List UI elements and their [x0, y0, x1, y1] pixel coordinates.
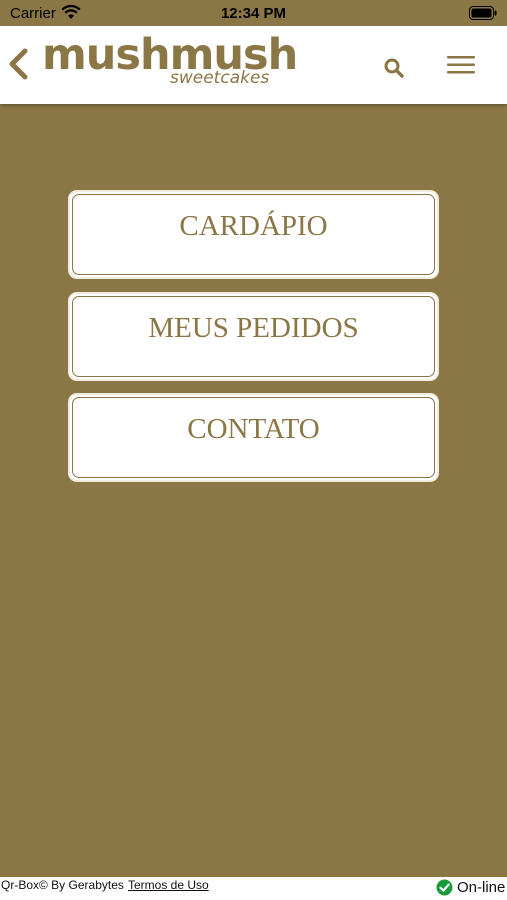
status-time: 12:34 PM	[220, 5, 287, 22]
connection-status: On-line	[457, 879, 506, 896]
footer-copyright: Qr-Box© By Gerabytes	[1, 878, 124, 892]
footer-bar: Qr-Box© By Gerabytes Termos de Uso On-li…	[0, 877, 507, 900]
battery-icon	[469, 6, 497, 20]
terms-link[interactable]: Termos de Uso	[128, 878, 209, 892]
menu-button-contato[interactable]: CONTATO	[68, 393, 439, 482]
menu-button-meus-pedidos[interactable]: MEUS PEDIDOS	[68, 292, 439, 381]
app-header: mushmush sweetcakes	[0, 26, 507, 104]
chevron-left-icon[interactable]	[6, 46, 32, 82]
menu-button-label: CONTATO	[187, 413, 320, 445]
hamburger-menu-icon[interactable]	[446, 53, 476, 77]
brand-logo: mushmush sweetcakes	[42, 30, 298, 94]
menu-button-cardapio[interactable]: CARDÁPIO	[68, 190, 439, 279]
online-check-icon	[436, 879, 453, 896]
menu-button-label: CARDÁPIO	[179, 210, 328, 242]
status-bar: Carrier 12:34 PM	[0, 0, 507, 26]
logo-tagline: sweetcakes	[170, 68, 270, 88]
menu-button-label: MEUS PEDIDOS	[148, 312, 359, 344]
search-icon[interactable]	[382, 56, 406, 80]
